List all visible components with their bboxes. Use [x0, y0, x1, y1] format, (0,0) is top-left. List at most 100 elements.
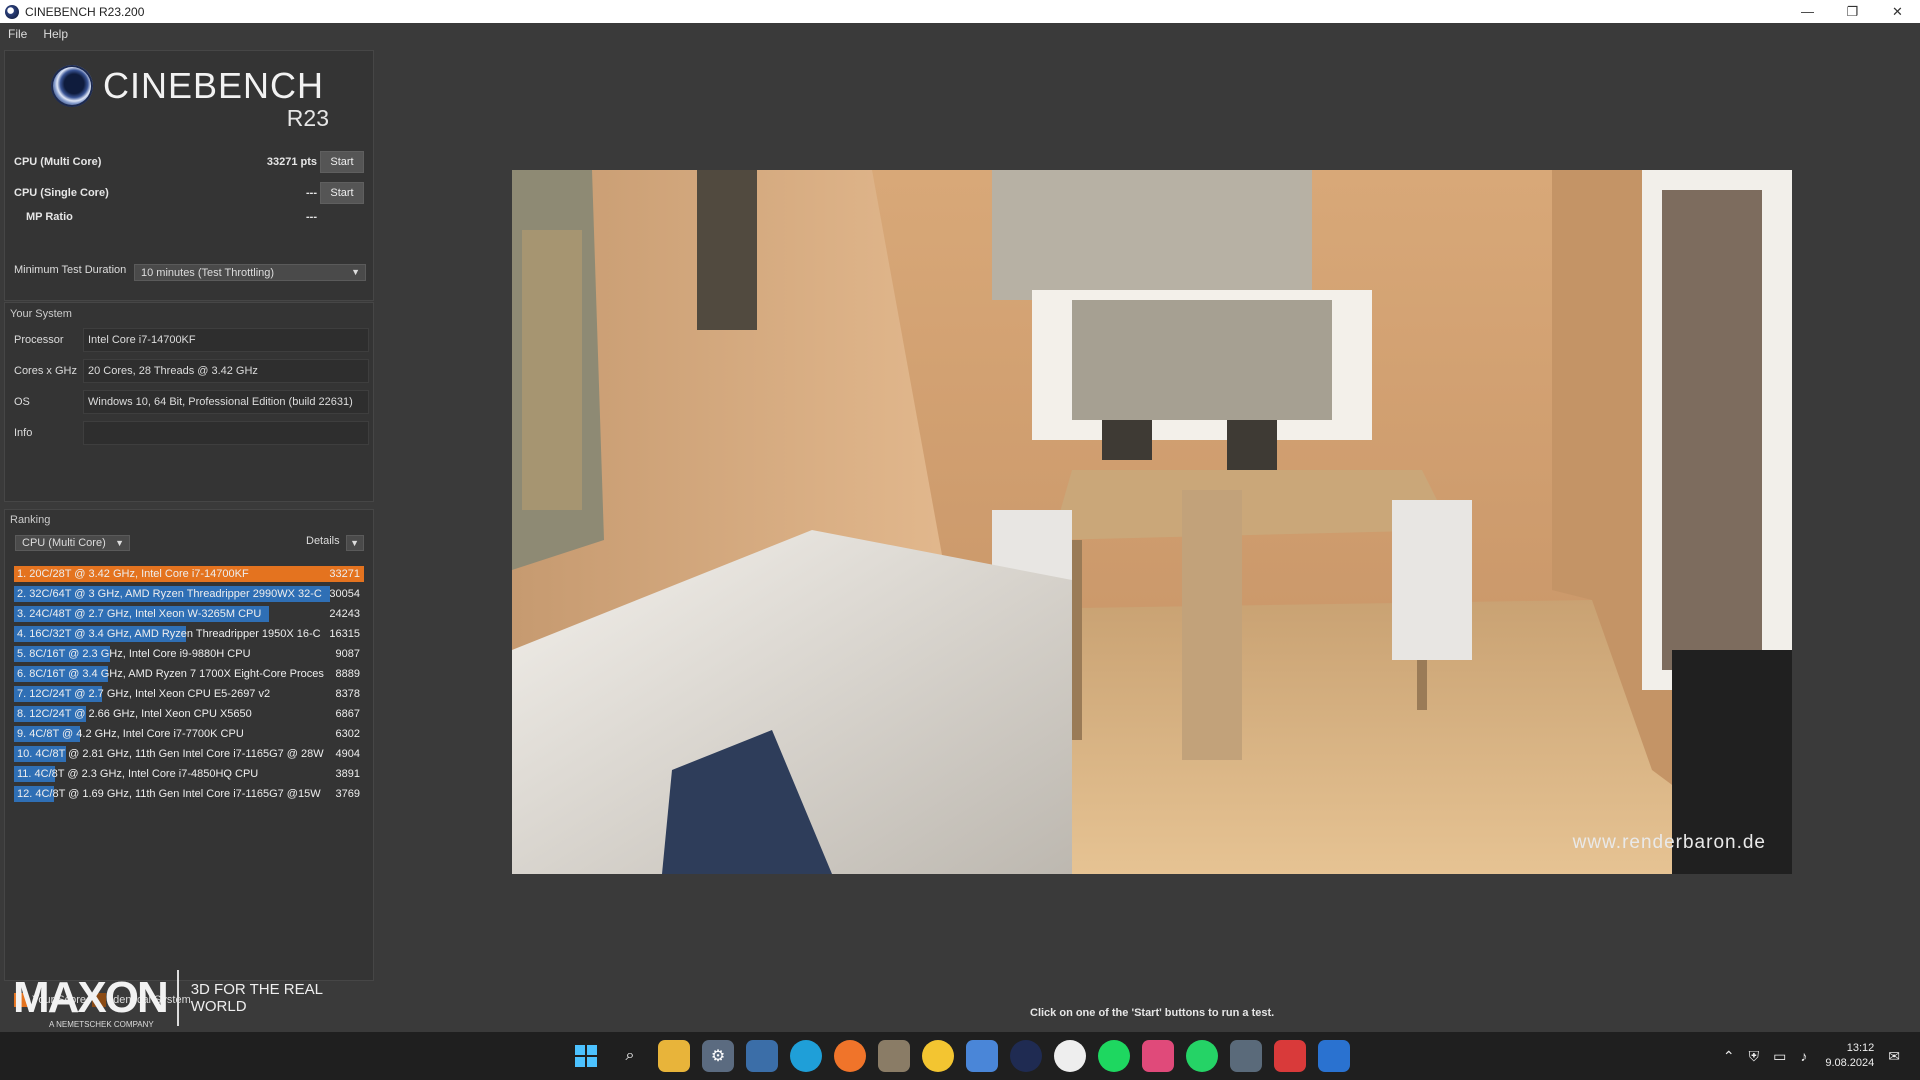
start-multi-core-button[interactable]: Start [320, 151, 364, 173]
maxon-tagline: 3D FOR THE REAL WORLD [190, 981, 323, 1015]
ranking-row-label: 8. 12C/24T @ 2.66 GHz, Intel Xeon CPU X5… [17, 708, 252, 720]
your-system-card: Your System Processor Intel Core i7-1470… [4, 302, 374, 502]
system-key: Cores x GHz [14, 365, 77, 377]
start-windows-icon[interactable] [570, 1040, 602, 1072]
maxon-divider [176, 970, 179, 1026]
whatsapp-icon[interactable] [1186, 1040, 1218, 1072]
menu-help[interactable]: Help [35, 27, 76, 41]
ranking-row-score: 3891 [335, 768, 360, 780]
system-info-field[interactable] [83, 421, 369, 445]
ranking-row[interactable]: 12. 4C/8T @ 1.69 GHz, 11th Gen Intel Cor… [14, 784, 364, 804]
render-watermark: www.renderbaron.de [1572, 832, 1766, 853]
ranking-row-label: 9. 4C/8T @ 4.2 GHz, Intel Core i7-7700K … [17, 728, 244, 740]
ranking-row[interactable]: 7. 12C/24T @ 2.7 GHz, Intel Xeon CPU E5-… [14, 684, 364, 704]
ranking-row-score: 8378 [335, 688, 360, 700]
close-button[interactable]: ✕ [1875, 0, 1920, 23]
chevron-down-icon: ▼ [350, 538, 359, 548]
section-title: Your System [10, 308, 72, 320]
logo-title: CINEBENCH [103, 65, 325, 106]
ranking-row-score: 3769 [335, 788, 360, 800]
search-icon[interactable]: ⌕ [614, 1040, 646, 1072]
system-tray: ⌃ ⛨ ▭ ♪ 13:12 9.08.2024 ✉ [1709, 1032, 1900, 1080]
test-score: --- [306, 187, 317, 199]
ranking-row-label: 11. 4C/8T @ 2.3 GHz, Intel Core i7-4850H… [17, 768, 259, 780]
system-row-cores: Cores x GHz 20 Cores, 28 Threads @ 3.42 … [14, 359, 370, 383]
chevron-down-icon: ▼ [115, 538, 124, 548]
ranking-row-label: 4. 16C/32T @ 3.4 GHz, AMD Ryzen Threadri… [17, 628, 321, 640]
ranking-mode-select[interactable]: CPU (Multi Core) ▼ [15, 535, 130, 551]
ranking-row[interactable]: 5. 8C/16T @ 2.3 GHz, Intel Core i9-9880H… [14, 644, 364, 664]
ranking-row[interactable]: 3. 24C/48T @ 2.7 GHz, Intel Xeon W-3265M… [14, 604, 364, 624]
ranking-row[interactable]: 11. 4C/8T @ 2.3 GHz, Intel Core i7-4850H… [14, 764, 364, 784]
details-toggle-button[interactable]: ▼ [346, 535, 364, 551]
maxon-branding: MAXON A NEMETSCHEK COMPANY 3D FOR THE RE… [13, 970, 374, 1030]
ranking-row-score: 8889 [335, 668, 360, 680]
ranking-row[interactable]: 10. 4C/8T @ 2.81 GHz, 11th Gen Intel Cor… [14, 744, 364, 764]
ranking-row-score: 33271 [329, 568, 360, 580]
file-explorer-icon[interactable] [658, 1040, 690, 1072]
app-icon[interactable] [1142, 1040, 1174, 1072]
system-value: 20 Cores, 28 Threads @ 3.42 GHz [83, 359, 369, 383]
details-label: Details [306, 535, 340, 547]
ranking-card: Ranking CPU (Multi Core) ▼ Details ▼ 1. … [4, 509, 374, 1007]
test-card: CINEBENCH R23 CPU (Multi Core) 33271 pts… [4, 50, 374, 301]
min-duration-value: 10 minutes (Test Throttling) [141, 266, 275, 279]
notepad-icon[interactable] [966, 1040, 998, 1072]
app-icon[interactable] [922, 1040, 954, 1072]
system-row-os: OS Windows 10, 64 Bit, Professional Edit… [14, 390, 370, 414]
ranking-row-score: 30054 [329, 588, 360, 600]
minimize-button[interactable]: — [1785, 0, 1830, 23]
window-controls: — ❐ ✕ [1785, 0, 1920, 23]
maximize-button[interactable]: ❐ [1830, 0, 1875, 23]
min-duration-select[interactable]: 10 minutes (Test Throttling) ▼ [134, 264, 366, 281]
ranking-row-label: 2. 32C/64T @ 3 GHz, AMD Ryzen Threadripp… [17, 588, 322, 600]
ranking-row-label: 3. 24C/48T @ 2.7 GHz, Intel Xeon W-3265M… [17, 608, 262, 620]
ranking-row-label: 5. 8C/16T @ 2.3 GHz, Intel Core i9-9880H… [17, 648, 251, 660]
test-label: CPU (Multi Core) [14, 156, 102, 168]
system-value: Intel Core i7-14700KF [83, 328, 369, 352]
system-key: Info [14, 427, 33, 439]
ranking-row[interactable]: 8. 12C/24T @ 2.66 GHz, Intel Xeon CPU X5… [14, 704, 364, 724]
app-icon[interactable] [1054, 1040, 1086, 1072]
spotify-icon[interactable] [1098, 1040, 1130, 1072]
ranking-row[interactable]: 6. 8C/16T @ 3.4 GHz, AMD Ryzen 7 1700X E… [14, 664, 364, 684]
ranking-row[interactable]: 1. 20C/28T @ 3.42 GHz, Intel Core i7-147… [14, 564, 364, 584]
calculator-icon[interactable] [1230, 1040, 1262, 1072]
menu-file[interactable]: File [0, 27, 35, 41]
notifications-icon[interactable]: ✉ [1888, 1048, 1900, 1065]
ranking-row-score: 9087 [335, 648, 360, 660]
security-icon[interactable]: ⛨ [1749, 1048, 1760, 1065]
title-bar: CINEBENCH R23.200 — ❐ ✕ [0, 0, 1920, 23]
system-value: Windows 10, 64 Bit, Professional Edition… [83, 390, 369, 414]
test-label: MP Ratio [26, 211, 73, 223]
network-icon[interactable]: ▭ [1773, 1048, 1786, 1065]
test-label: CPU (Single Core) [14, 187, 109, 199]
store-icon[interactable] [746, 1040, 778, 1072]
ranking-row-label: 1. 20C/28T @ 3.42 GHz, Intel Core i7-147… [17, 568, 249, 580]
volume-icon[interactable]: ♪ [1800, 1048, 1807, 1064]
chevron-up-icon[interactable]: ⌃ [1723, 1048, 1735, 1065]
app-icon[interactable] [1318, 1040, 1350, 1072]
ranking-row-score: 24243 [329, 608, 360, 620]
menu-bar: File Help [0, 23, 1920, 45]
edge-icon[interactable] [790, 1040, 822, 1072]
cinebench-taskbar-icon[interactable] [1010, 1040, 1042, 1072]
maxon-logo: MAXON A NEMETSCHEK COMPANY [13, 973, 169, 1030]
start-single-core-button[interactable]: Start [320, 182, 364, 204]
maxon-wordmark: MAXON [13, 973, 169, 1022]
window-title: CINEBENCH R23.200 [25, 4, 145, 19]
firefox-icon[interactable] [834, 1040, 866, 1072]
system-row-processor: Processor Intel Core i7-14700KF [14, 328, 370, 352]
clock[interactable]: 13:12 9.08.2024 [1825, 1041, 1874, 1071]
app-icon[interactable] [1274, 1040, 1306, 1072]
ranking-row[interactable]: 9. 4C/8T @ 4.2 GHz, Intel Core i7-7700K … [14, 724, 364, 744]
app-icon[interactable] [878, 1040, 910, 1072]
ranking-row[interactable]: 4. 16C/32T @ 3.4 GHz, AMD Ryzen Threadri… [14, 624, 364, 644]
min-duration-label: Minimum Test Duration [14, 264, 127, 276]
cinebench-sphere-icon [51, 65, 93, 107]
chevron-down-icon: ▼ [351, 267, 360, 277]
settings-icon[interactable]: ⚙ [702, 1040, 734, 1072]
ranking-row[interactable]: 2. 32C/64T @ 3 GHz, AMD Ryzen Threadripp… [14, 584, 364, 604]
ranking-row-score: 4904 [335, 748, 360, 760]
maxon-subline: A NEMETSCHEK COMPANY [49, 1020, 154, 1029]
